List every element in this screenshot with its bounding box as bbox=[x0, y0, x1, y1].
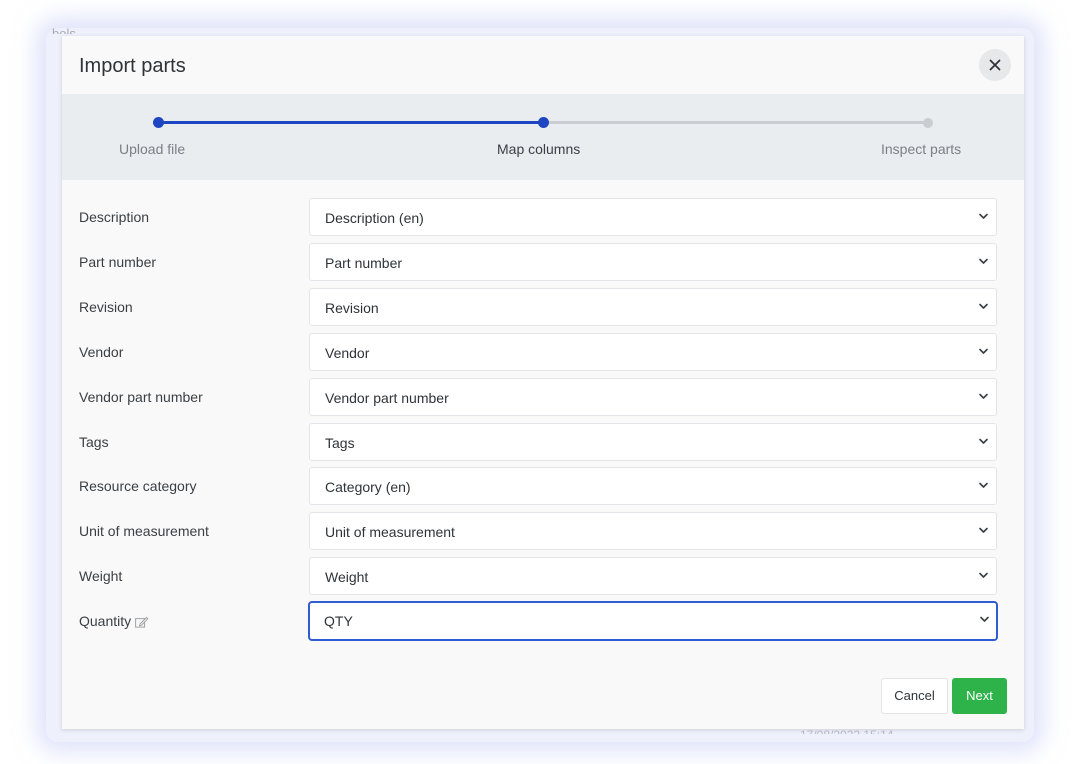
field-label-revision: Revision bbox=[79, 298, 133, 316]
select-value: Description (en) bbox=[325, 210, 424, 226]
field-row-resource-category: Resource category Category (en) bbox=[62, 467, 1024, 505]
field-row-description: Description Description (en) bbox=[62, 198, 1024, 236]
field-label-description: Description bbox=[79, 208, 149, 226]
select-value: QTY bbox=[324, 613, 353, 629]
column-select-unit-of-measurement[interactable]: Unit of measurement bbox=[309, 512, 997, 550]
field-label-vendor: Vendor bbox=[79, 343, 123, 361]
field-row-vendor-part-number: Vendor part number Vendor part number bbox=[62, 378, 1024, 416]
field-row-vendor: Vendor Vendor bbox=[62, 333, 1024, 371]
dialog-header: Import parts bbox=[62, 36, 1024, 94]
background-page-text: bols bbox=[52, 26, 76, 34]
field-label-text: Description bbox=[79, 209, 150, 225]
field-row-quantity: Quantity QTY bbox=[62, 601, 1024, 641]
select-value: Vendor part number bbox=[325, 390, 449, 406]
stepper-progress-remaining bbox=[543, 121, 928, 124]
field-row-part-number: Part number Part number bbox=[62, 243, 1024, 281]
field-row-unit-of-measurement: Unit of measurement Unit of measurement bbox=[62, 512, 1024, 550]
select-value: Category (en) bbox=[325, 479, 411, 495]
step-inspect-parts-label: Inspect parts bbox=[881, 141, 962, 157]
select-value: Part number bbox=[325, 255, 403, 271]
chevron-down-icon bbox=[979, 348, 988, 354]
edit-icon[interactable] bbox=[135, 616, 149, 628]
field-label-resource-category: Resource category bbox=[79, 477, 197, 495]
field-label-unit-of-measurement: Unit of measurement bbox=[79, 522, 209, 540]
close-button[interactable] bbox=[979, 49, 1011, 81]
select-value: Vendor bbox=[325, 345, 370, 361]
step-upload-file-dot bbox=[153, 117, 164, 128]
field-row-tags: Tags Tags bbox=[62, 423, 1024, 461]
field-label-text: Quantity bbox=[79, 613, 132, 629]
chevron-down-icon bbox=[979, 482, 988, 488]
import-stepper: Upload file Map columns Inspect parts bbox=[62, 94, 1024, 180]
column-select-quantity[interactable]: QTY bbox=[308, 601, 998, 641]
step-inspect-parts-dot bbox=[923, 118, 933, 128]
cancel-button[interactable]: Cancel bbox=[881, 678, 948, 714]
field-label-weight: Weight bbox=[79, 567, 122, 585]
stepper-progress-complete bbox=[158, 121, 543, 124]
field-label-text: Part number bbox=[79, 254, 157, 270]
chevron-down-icon bbox=[979, 527, 988, 533]
select-value: Weight bbox=[325, 569, 369, 585]
dialog-title: Import parts bbox=[79, 55, 186, 77]
chevron-down-icon bbox=[979, 258, 988, 264]
field-row-weight: Weight Weight bbox=[62, 557, 1024, 595]
field-label-quantity: Quantity bbox=[79, 612, 149, 630]
import-parts-dialog: Import parts Upload file Map columns Ins… bbox=[62, 36, 1024, 729]
chevron-down-icon bbox=[979, 572, 988, 578]
column-select-part-number[interactable]: Part number bbox=[309, 243, 997, 281]
background-timestamp: 17/08/2022 15:14 bbox=[800, 726, 893, 734]
field-label-text: Tags bbox=[79, 434, 109, 450]
chevron-down-icon bbox=[979, 213, 988, 219]
field-label-text: Weight bbox=[79, 568, 123, 584]
chevron-down-icon bbox=[979, 393, 988, 399]
close-icon bbox=[989, 59, 1001, 71]
select-value: Unit of measurement bbox=[325, 524, 455, 540]
chevron-down-icon bbox=[979, 438, 988, 444]
chevron-down-icon bbox=[979, 303, 988, 309]
field-label-part-number: Part number bbox=[79, 253, 156, 271]
column-select-weight[interactable]: Weight bbox=[309, 557, 997, 595]
step-map-columns-dot bbox=[538, 117, 549, 128]
column-select-vendor-part-number[interactable]: Vendor part number bbox=[309, 378, 997, 416]
field-label-text: Unit of measurement bbox=[79, 523, 209, 539]
field-label-text: Revision bbox=[79, 299, 133, 315]
chevron-down-icon bbox=[980, 616, 989, 622]
field-label-tags: Tags bbox=[79, 433, 109, 451]
step-map-columns-label: Map columns bbox=[497, 141, 581, 157]
field-row-revision: Revision Revision bbox=[62, 288, 1024, 326]
column-select-revision[interactable]: Revision bbox=[309, 288, 997, 326]
column-select-vendor[interactable]: Vendor bbox=[309, 333, 997, 371]
select-value: Revision bbox=[325, 300, 379, 316]
step-upload-file-label: Upload file bbox=[119, 141, 186, 157]
column-select-description[interactable]: Description (en) bbox=[309, 198, 997, 236]
column-select-tags[interactable]: Tags bbox=[309, 423, 997, 461]
column-select-resource-category[interactable]: Category (en) bbox=[309, 467, 997, 505]
field-label-text: Resource category bbox=[79, 478, 197, 494]
field-label-text: Vendor part number bbox=[79, 389, 203, 405]
field-label-text: Vendor bbox=[79, 344, 124, 360]
select-value: Tags bbox=[325, 435, 355, 451]
next-button[interactable]: Next bbox=[952, 678, 1007, 714]
field-label-vendor-part-number: Vendor part number bbox=[79, 388, 203, 406]
